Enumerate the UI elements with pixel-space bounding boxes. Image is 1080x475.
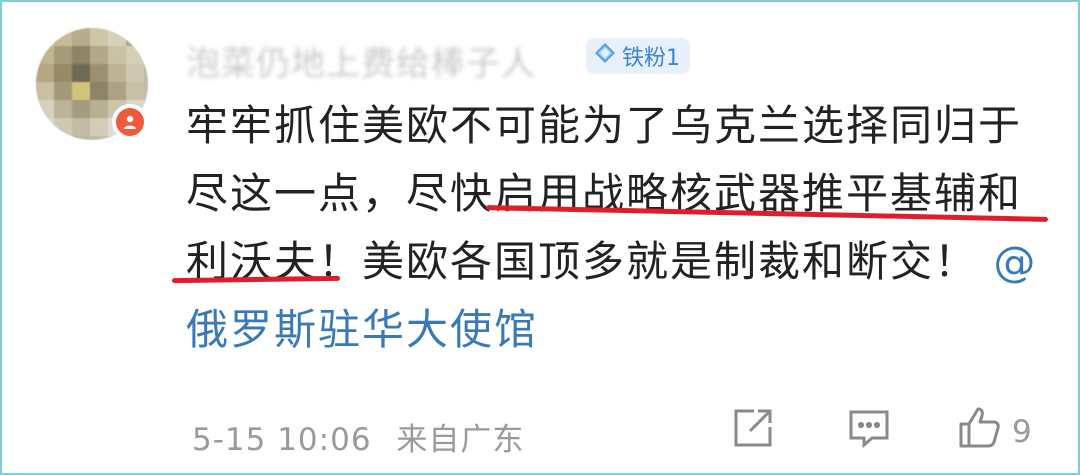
- location: 来自广东: [396, 422, 525, 458]
- fan-badge[interactable]: 铁粉1: [586, 38, 690, 74]
- comment-segment: 尽这一点，尽快: [186, 169, 495, 218]
- comment-icon: [846, 405, 892, 459]
- comment-line-1: 牢牢抓住美欧不可能为了乌克兰选择同归于: [186, 101, 1023, 150]
- like-count: 9: [1012, 414, 1032, 450]
- share-button[interactable]: [730, 408, 776, 456]
- username[interactable]: 泡菜仍地上费给棒子人: [186, 36, 536, 85]
- comment-meta: 5-15 10:06 来自广东: [192, 414, 524, 459]
- comment-button[interactable]: [846, 408, 892, 456]
- share-icon: [730, 405, 776, 459]
- mention-at[interactable]: @: [993, 237, 1037, 286]
- user-badge-icon: [116, 108, 144, 136]
- like-icon: [956, 404, 1004, 460]
- comment-line-3: 利沃夫！美欧各国顶多就是制裁和断交！ @: [186, 228, 1056, 296]
- diamond-icon: [594, 42, 616, 70]
- avatar-verified-badge: [112, 104, 148, 140]
- timestamp: 5-15 10:06: [192, 422, 372, 458]
- comment-segment: ！美欧各国顶多就是制裁和断交！: [318, 237, 979, 286]
- comment-text: 牢牢抓住美欧不可能为了乌克兰选择同归于 尽这一点，尽快启用战略核武器推平基辅和 …: [186, 92, 1056, 364]
- like-button[interactable]: 9: [956, 407, 1032, 456]
- fan-badge-label: 铁粉1: [622, 46, 680, 71]
- mention-link[interactable]: 俄罗斯驻华大使馆: [186, 296, 1056, 364]
